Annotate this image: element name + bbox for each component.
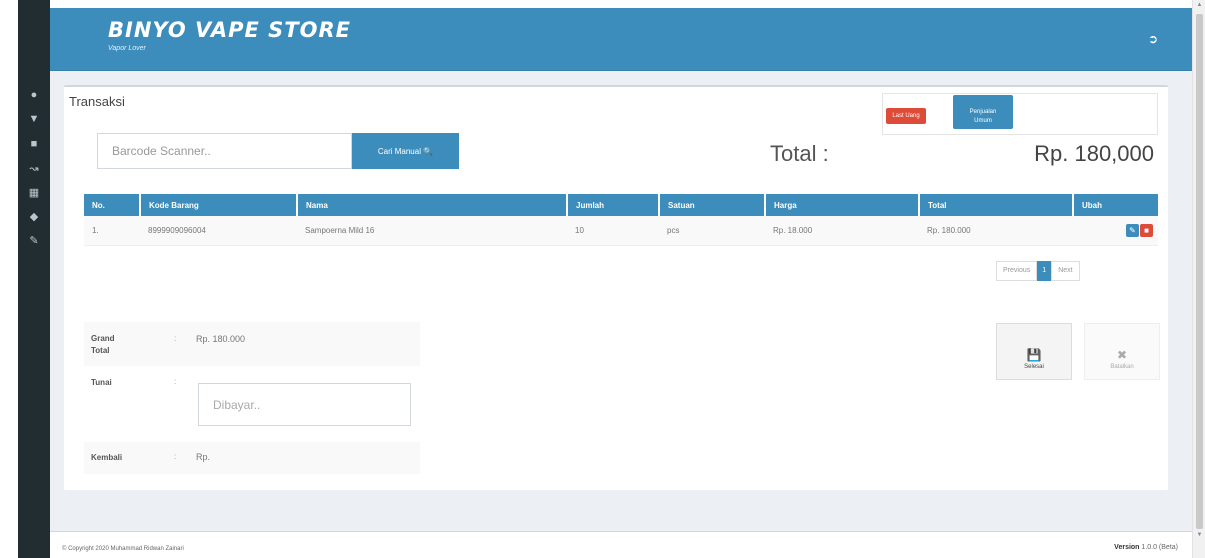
scroll-down-icon[interactable]: ▼ — [1193, 532, 1205, 538]
penjualan-umum-button[interactable]: Penjualan Umum — [953, 95, 1013, 129]
sidebar: ● ▼ ■ ↝ ▦ ◆ ✎ — [18, 0, 50, 558]
penjualan-label-line2: Umum — [974, 117, 992, 124]
brand-subtitle: Vapor Lover — [108, 45, 146, 52]
payment-summary: Grand Total : Rp. 180.000 Tunai : Kembal… — [84, 322, 420, 478]
cell-no: 1. — [84, 216, 140, 246]
cell-satuan: pcs — [659, 216, 765, 246]
wrench-icon[interactable]: ✎ — [18, 234, 50, 247]
copyright-text: © Copyright 2020 Muhammad Ridwan Zainari — [62, 546, 184, 552]
kembali-label: Kembali — [91, 453, 123, 462]
report-icon[interactable]: ▦ — [18, 186, 50, 199]
column-header: Ubah — [1073, 194, 1158, 216]
close-icon: ✖ — [1116, 347, 1128, 362]
save-icon: 💾 — [1026, 347, 1042, 362]
dashboard-icon[interactable]: ● — [18, 89, 50, 101]
scrollbar-thumb[interactable] — [1196, 14, 1203, 529]
delete-icon[interactable]: ■ — [1140, 223, 1153, 237]
colon: : — [174, 377, 177, 386]
column-header: Kode Barang — [140, 194, 298, 216]
logout-icon[interactable]: ➲ — [1148, 32, 1158, 46]
batalkan-label: Batalkan — [1110, 363, 1134, 370]
scrollbar[interactable]: ▲ ▼ — [1192, 0, 1205, 558]
column-header: Total — [919, 194, 1074, 216]
chart-icon[interactable]: ↝ — [18, 162, 50, 175]
grand-total-label-line2: Total — [91, 346, 110, 355]
kembali-row: Kembali : Rp. — [84, 442, 420, 474]
users-icon[interactable]: ◆ — [18, 210, 50, 223]
total-label: Total : — [770, 141, 829, 166]
top-header: BINYO VAPE STORE Vapor Lover ➲ — [50, 8, 1192, 71]
transaction-table: No. Kode Barang Nama Jumlah Satuan Harga… — [84, 194, 1158, 246]
colon: : — [174, 334, 177, 343]
column-header: Satuan — [659, 194, 766, 216]
header-buttons-group: Last Uang Penjualan Umum — [882, 93, 1158, 135]
table-header-row: No. Kode Barang Nama Jumlah Satuan Harga… — [84, 194, 1158, 216]
table-row: 1. 8999909096004 Sampoerna Mild 16 10 pc… — [84, 216, 1158, 246]
box-title: Transaksi — [69, 94, 125, 109]
grand-total-label-line1: Grand — [91, 334, 115, 343]
transaction-box: Transaksi Last Uang Penjualan Umum Cari … — [64, 85, 1168, 490]
tunai-label: Tunai — [91, 378, 112, 387]
left-margin — [0, 0, 18, 558]
scroll-up-icon[interactable]: ▲ — [1193, 2, 1205, 8]
footer: © Copyright 2020 Muhammad Ridwan Zainari… — [50, 531, 1192, 558]
pagination-next[interactable]: Next — [1051, 261, 1080, 281]
selesai-button[interactable]: 💾 Selesai — [996, 323, 1072, 380]
colon: : — [174, 452, 177, 461]
total-value: Rp. 180,000 — [1034, 141, 1154, 166]
column-header: Harga — [765, 194, 920, 216]
cell-harga: Rp. 18.000 — [765, 216, 919, 246]
grand-total-value: Rp. 180.000 — [196, 334, 246, 344]
version-info: Version 1.0.0 (Beta) — [1114, 544, 1178, 551]
version-label: Version — [1114, 544, 1140, 551]
pagination-page-1[interactable]: 1 — [1037, 261, 1052, 281]
pagination: Previous 1 Next — [996, 261, 1080, 281]
cell-nama: Sampoerna Mild 16 — [297, 216, 567, 246]
cell-jumlah: 10 — [567, 216, 659, 246]
content-area: Transaksi Last Uang Penjualan Umum Cari … — [50, 71, 1192, 531]
selesai-label: Selesai — [1024, 363, 1044, 370]
tunai-input[interactable] — [198, 383, 411, 426]
column-header: Jumlah — [567, 194, 660, 216]
penjualan-label-line1: Penjualan — [969, 108, 997, 115]
cell-ubah: ✎ ■ — [1073, 216, 1158, 246]
version-value: 1.0.0 (Beta) — [1141, 544, 1178, 551]
cell-kode: 8999909096004 — [140, 216, 297, 246]
grand-total-label: Grand Total — [91, 333, 115, 357]
cari-manual-button[interactable]: Cari Manual 🔍 — [352, 133, 459, 169]
edit-icon[interactable]: ✎ — [1126, 223, 1139, 237]
book-icon[interactable]: ■ — [18, 138, 50, 150]
pagination-previous[interactable]: Previous — [996, 261, 1038, 281]
barcode-input[interactable] — [97, 133, 352, 169]
kembali-value: Rp. — [196, 452, 211, 462]
column-header: No. — [84, 194, 141, 216]
batalkan-button[interactable]: ✖ Batalkan — [1084, 323, 1160, 380]
brand-title[interactable]: BINYO VAPE STORE — [108, 18, 351, 42]
column-header: Nama — [297, 194, 568, 216]
grand-total-row: Grand Total : Rp. 180.000 — [84, 322, 420, 366]
cart-icon[interactable]: ▼ — [18, 113, 50, 125]
cell-total: Rp. 180.000 — [919, 216, 1073, 246]
last-uang-button[interactable]: Last Uang — [886, 108, 926, 124]
